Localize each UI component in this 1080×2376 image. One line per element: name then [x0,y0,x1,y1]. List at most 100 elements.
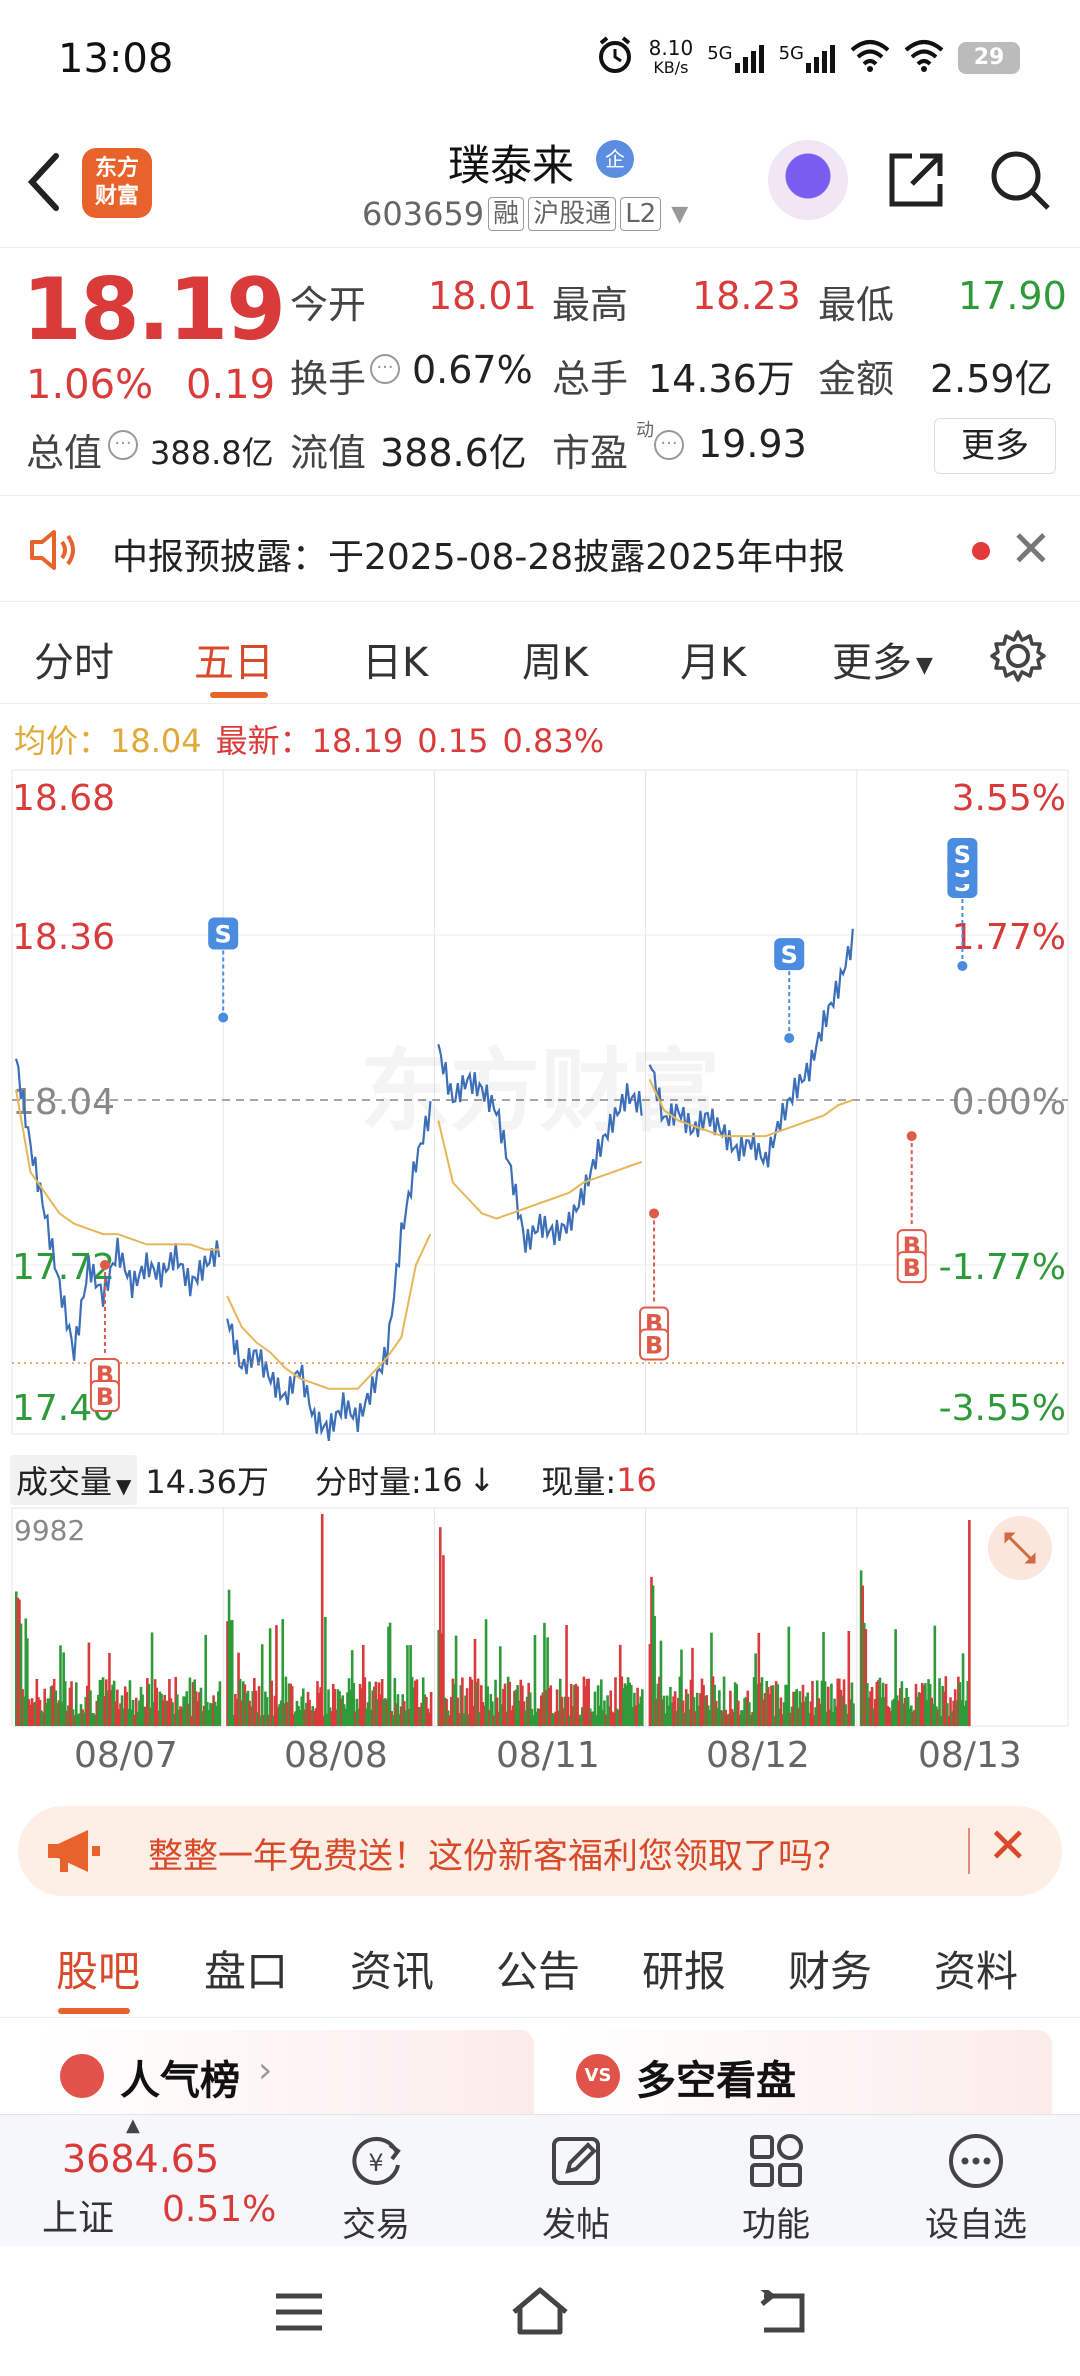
tick-volume-arrow: ↓ [468,1461,496,1499]
y-axis-label: 17.72 [12,1247,115,1288]
open-value: 18.01 [428,274,537,318]
bottom-toolbar: ▲ 3684.65 上证 0.51% ¥ 交易 发帖 功能 设自选 [0,2114,1080,2246]
latest-change: 0.15 [417,722,489,760]
avg-label: 均价： [14,722,111,760]
volume-bar [218,1681,222,1726]
turnover-label: 换手 [290,357,367,401]
chart-period-tabs: 分时 五日 日K 周K 月K 更多 ▼ [0,604,1080,704]
add-watchlist-button[interactable]: 设自选 [916,2121,1036,2246]
wifi-icon-2 [904,38,944,78]
notice-bar[interactable]: 中报预披露：于2025-08-28披露2025年中报 ✕ [0,498,1080,602]
high-value: 18.23 [692,274,801,318]
tab-monthly-k[interactable]: 月K [680,630,746,688]
popularity-card[interactable]: 人气榜 › [36,2030,534,2114]
functions-button[interactable]: 功能 [716,2121,836,2246]
search-icon[interactable] [988,148,1052,212]
open-label: 今开 [290,283,367,327]
home-icon[interactable] [510,2286,570,2340]
latest-value: 18.19 [311,722,404,760]
volume-indicator-select[interactable]: 成交量 ▼ [10,1455,138,1505]
tab-weekly-k[interactable]: 周K [522,630,588,688]
close-icon[interactable]: ✕ [1010,520,1052,578]
tab-intraday[interactable]: 分时 [34,630,114,688]
change-percent: 1.06% [26,362,154,408]
chevron-right-icon: › [258,2050,273,2091]
float-label: 流值 [290,431,367,475]
tag-connect: 沪股通 [528,197,617,231]
tab-more[interactable]: 更多 ▼ [832,630,933,688]
change-amount: 0.19 [186,362,276,408]
volume-bar [324,1616,327,1726]
buy-marker-label: B [645,1331,663,1359]
tab-forum[interactable]: 股吧 [56,1938,140,1999]
back-button[interactable] [24,150,74,214]
app-logo[interactable]: 东方 财富 [82,148,152,218]
more-dots-icon [946,2131,1006,2191]
last-price: 18.19 [22,260,286,360]
tab-daily-k[interactable]: 日K [362,630,428,688]
edit-icon [546,2131,606,2191]
index-name: 上证 [42,2198,115,2239]
low-value: 17.90 [958,274,1067,318]
index-value: 3684.65 [62,2137,220,2181]
share-icon[interactable] [884,148,948,212]
sell-marker-label: S [781,941,798,969]
top-nav-bar: 东方 财富 璞泰来 企 603659 融 沪股通 L2 ▼ [0,120,1080,248]
tab-news[interactable]: 资讯 [350,1938,434,1999]
status-bar: 13:08 8.10 KB/s 5G 5G 29 [0,0,1080,120]
tab-research[interactable]: 研报 [642,1938,726,1999]
tag-level2: L2 [620,197,662,231]
volume-bar [230,1619,234,1726]
status-time: 13:08 [58,36,174,82]
float-value: 388.6亿 [380,431,527,475]
bull-bear-card[interactable]: VS 多空看盘 [556,2030,1052,2114]
pe-superscript: 动 [636,420,654,441]
stock-code-row[interactable]: 603659 融 沪股通 L2 ▼ [362,194,688,234]
tab-five-day[interactable]: 五日 [194,630,274,688]
volume-bar [787,1626,791,1726]
grid-icon [746,2131,806,2191]
menu-icon[interactable] [274,2292,324,2336]
current-volume-label: 现量: [541,1463,617,1501]
pe-label: 市盈 [552,431,629,475]
close-icon[interactable]: ✕ [988,1818,1028,1874]
price-line [226,1101,432,1442]
popularity-title: 人气榜 [120,2058,240,2104]
assistant-avatar[interactable] [768,140,848,220]
settings-gear-icon[interactable] [990,628,1046,688]
volume-bar [641,1689,644,1726]
divider [968,1828,970,1874]
tab-profile[interactable]: 资料 [934,1938,1018,1999]
five-day-chart[interactable]: 东方财富18.6818.3618.0417.7217.403.55%1.77%0… [0,760,1080,1460]
sell-marker-label: S [215,921,232,949]
y-axis-percent-label: 3.55% [952,778,1066,819]
low-label: 最低 [818,283,895,327]
info-icon[interactable]: ··· [370,354,400,384]
tab-announcements[interactable]: 公告 [496,1938,580,1999]
volume-bar [260,1644,264,1726]
trade-button[interactable]: ¥ 交易 [316,2121,436,2246]
y-axis-percent-label: -1.77% [939,1247,1066,1288]
post-button[interactable]: 发帖 [516,2121,636,2246]
back-nav-icon[interactable] [754,2286,806,2340]
promo-text: 整整一年免费送！这份新客福利您领取了吗？ [148,1837,849,1877]
content-tabs: 股吧 盘口 资讯 公告 研报 财务 资料 [0,1918,1080,2018]
volume-bar [429,1691,433,1726]
volume-chart[interactable]: 9982 [0,1500,1080,1730]
info-icon[interactable]: ··· [108,430,138,460]
promo-banner[interactable]: 整整一年免费送！这份新客福利您领取了吗？ ✕ [18,1806,1062,1896]
volume-max-label: 9982 [14,1514,85,1547]
signal-icon: 5G [707,43,764,73]
more-button[interactable]: 更多 [934,418,1056,474]
y-axis-label: 18.36 [12,917,115,958]
date-label: 08/08 [284,1735,388,1776]
avg-value: 18.04 [110,722,202,760]
volume-bar [320,1514,324,1726]
tab-orderbook[interactable]: 盘口 [204,1938,288,1999]
info-icon[interactable]: ··· [654,430,684,460]
alarm-icon [595,35,635,81]
tick-volume-label: 分时量: [315,1463,422,1501]
watermark: 东方财富 [360,1039,720,1144]
mcap-value: 388.8亿 [150,434,274,472]
tab-financials[interactable]: 财务 [788,1938,872,1999]
